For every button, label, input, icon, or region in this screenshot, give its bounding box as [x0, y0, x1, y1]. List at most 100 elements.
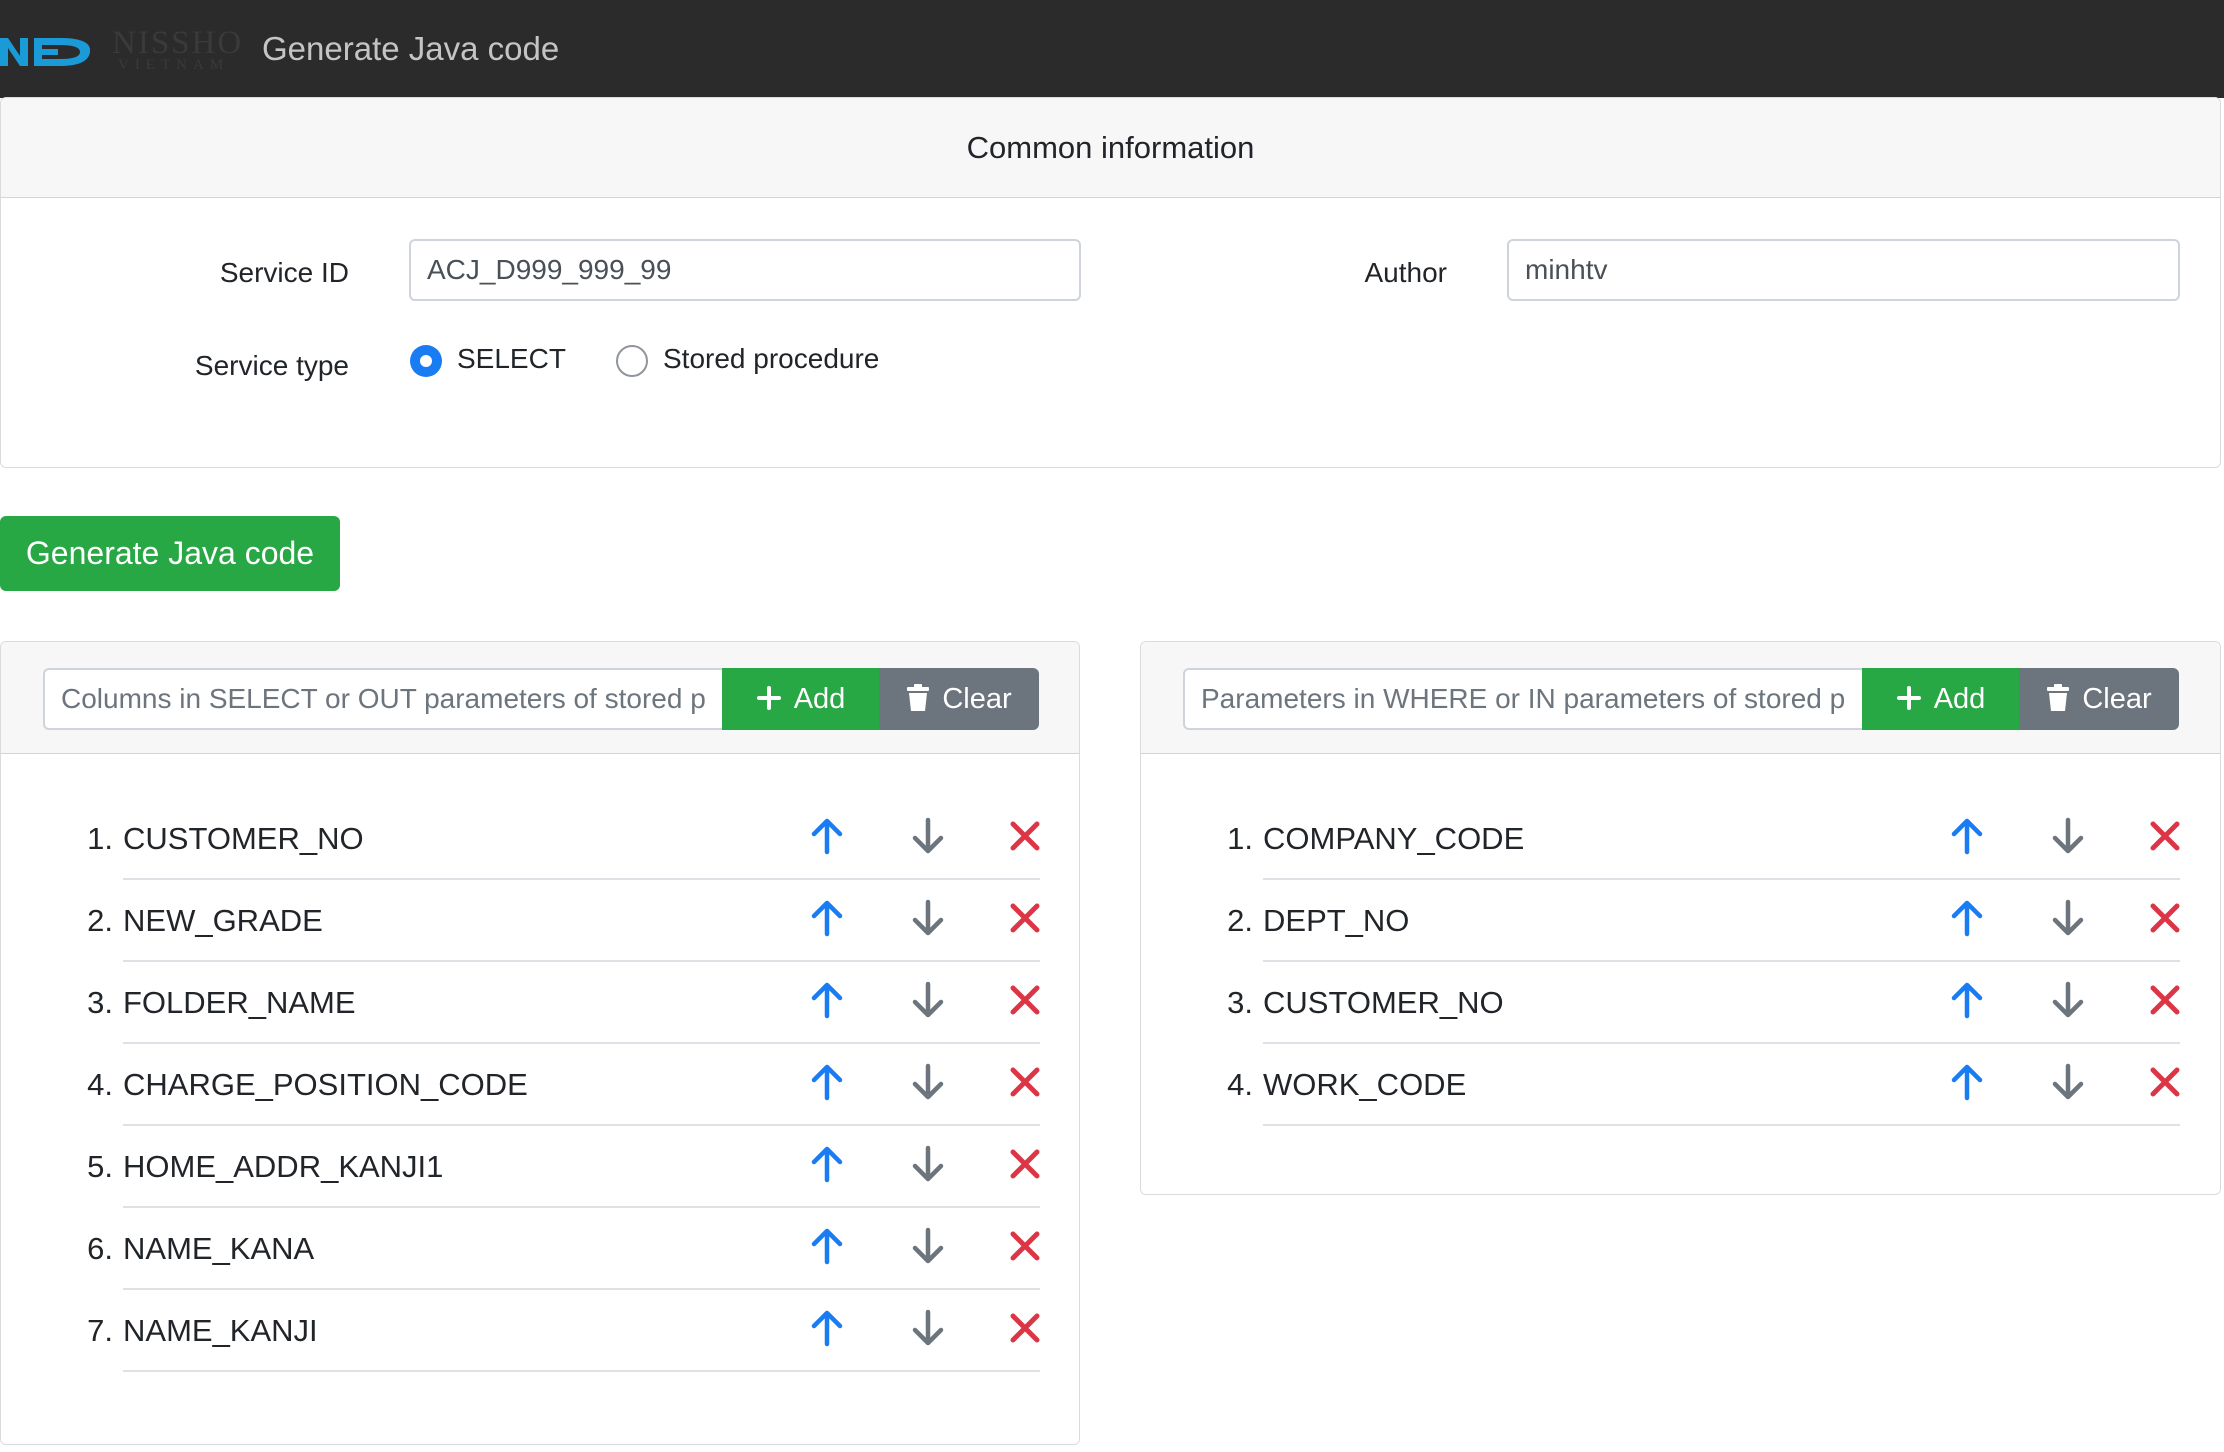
list-item: 6. NAME_KANA: [1, 1208, 1079, 1290]
add-parameter-label: Add: [1933, 683, 1986, 715]
service-type-label: Service type: [194, 350, 349, 381]
author-label: Author: [1364, 257, 1448, 288]
list-item-name: NAME_KANA: [123, 1231, 315, 1266]
select-columns-input[interactable]: Columns in SELECT or OUT parameters of s…: [43, 668, 722, 730]
plus-icon: [756, 685, 781, 710]
arrow-down-icon[interactable]: [906, 1224, 950, 1268]
where-parameters-panel-header: Parameters in WHERE or IN parameters of …: [1141, 642, 2220, 754]
list-item-name: HOME_ADDR_KANJI1: [123, 1149, 444, 1184]
top-navbar: NISSHO VIETNAM Generate Java code: [0, 0, 2224, 98]
arrow-up-icon[interactable]: [1945, 814, 1989, 858]
common-information-card: Common information Service ID ACJ_D999_9…: [0, 97, 2221, 468]
list-item-name: COMPANY_CODE: [1263, 821, 1525, 856]
author-input[interactable]: minhtv: [1507, 239, 2180, 301]
add-column-button[interactable]: Add: [722, 668, 879, 730]
list-item-number: 3.: [87, 985, 113, 1020]
radio-select[interactable]: [410, 345, 442, 377]
service-id-label: Service ID: [219, 257, 349, 288]
arrow-down-icon[interactable]: [2046, 814, 2090, 858]
list-item-name: DEPT_NO: [1263, 903, 1410, 938]
list-item: 7. NAME_KANJI: [1, 1290, 1079, 1372]
list-item-name: NAME_KANJI: [123, 1313, 318, 1348]
list-item-divider: [1263, 1124, 2180, 1126]
list-item: 4. WORK_CODE: [1141, 1044, 2220, 1126]
arrow-up-icon[interactable]: [805, 1142, 849, 1186]
arrow-down-icon[interactable]: [906, 814, 950, 858]
arrow-down-icon[interactable]: [906, 896, 950, 940]
logo-text-nissho: NISSHO: [112, 25, 244, 61]
list-item-number: 3.: [1227, 985, 1253, 1020]
plus-icon: [1896, 685, 1921, 710]
list-item-name: CHARGE_POSITION_CODE: [123, 1067, 528, 1102]
list-item-name: CUSTOMER_NO: [123, 821, 364, 856]
arrow-down-icon[interactable]: [2046, 896, 2090, 940]
arrow-down-icon[interactable]: [906, 1060, 950, 1104]
list-item-number: 1.: [1227, 821, 1253, 856]
arrow-down-icon[interactable]: [2046, 978, 2090, 1022]
radio-select-option[interactable]: SELECT: [407, 341, 587, 381]
clear-parameters-button[interactable]: Clear: [2019, 668, 2179, 730]
select-columns-panel-header: Columns in SELECT or OUT parameters of s…: [1, 642, 1079, 754]
list-item: 3. CUSTOMER_NO: [1141, 962, 2220, 1044]
x-icon[interactable]: [2143, 978, 2187, 1022]
clear-columns-button[interactable]: Clear: [879, 668, 1039, 730]
arrow-up-icon[interactable]: [805, 978, 849, 1022]
nissho-logo-mark-icon: [0, 38, 90, 66]
x-icon[interactable]: [2143, 814, 2187, 858]
x-icon[interactable]: [1003, 1224, 1047, 1268]
list-item-number: 4.: [1227, 1067, 1253, 1102]
list-item-name: WORK_CODE: [1263, 1067, 1467, 1102]
arrow-up-icon[interactable]: [1945, 896, 1989, 940]
x-icon[interactable]: [1003, 978, 1047, 1022]
x-icon[interactable]: [1003, 814, 1047, 858]
arrow-up-icon[interactable]: [1945, 978, 1989, 1022]
arrow-down-icon[interactable]: [906, 978, 950, 1022]
arrow-up-icon[interactable]: [805, 814, 849, 858]
radio-stored-procedure[interactable]: [616, 345, 648, 377]
list-item: 1. CUSTOMER_NO: [1, 798, 1079, 880]
x-icon[interactable]: [1003, 1060, 1047, 1104]
list-item-number: 1.: [87, 821, 113, 856]
app-title[interactable]: Generate Java code: [262, 29, 559, 69]
radio-stored-procedure-label[interactable]: Stored procedure: [663, 341, 879, 377]
list-item-number: 2.: [87, 903, 113, 938]
nissho-logo[interactable]: NISSHO VIETNAM: [0, 25, 244, 76]
add-column-label: Add: [793, 683, 846, 715]
service-id-input[interactable]: ACJ_D999_999_99: [409, 239, 1081, 301]
list-item-name: FOLDER_NAME: [123, 985, 356, 1020]
arrow-up-icon[interactable]: [805, 1306, 849, 1350]
arrow-down-icon[interactable]: [2046, 1060, 2090, 1104]
common-information-header: Common information: [1, 98, 2220, 198]
where-parameters-input[interactable]: Parameters in WHERE or IN parameters of …: [1183, 668, 1862, 730]
add-parameter-button[interactable]: Add: [1862, 668, 2019, 730]
list-item-name: NEW_GRADE: [123, 903, 323, 938]
list-item-number: 6.: [87, 1231, 113, 1266]
arrow-up-icon[interactable]: [805, 1224, 849, 1268]
arrow-up-icon[interactable]: [805, 1060, 849, 1104]
list-item: 4. CHARGE_POSITION_CODE: [1, 1044, 1079, 1126]
trash-icon: [907, 683, 930, 711]
arrow-up-icon[interactable]: [1945, 1060, 1989, 1104]
where-parameters-panel: Parameters in WHERE or IN parameters of …: [1140, 641, 2221, 1195]
list-item-number: 7.: [87, 1313, 113, 1348]
list-item-number: 5.: [87, 1149, 113, 1184]
list-item-divider: [123, 1370, 1040, 1372]
arrow-down-icon[interactable]: [906, 1306, 950, 1350]
radio-stored-procedure-option[interactable]: Stored procedure: [613, 341, 913, 381]
generate-java-code-button[interactable]: Generate Java code: [0, 516, 340, 591]
arrow-up-icon[interactable]: [805, 896, 849, 940]
list-item-number: 2.: [1227, 903, 1253, 938]
x-icon[interactable]: [2143, 1060, 2187, 1104]
list-item: 1. COMPANY_CODE: [1141, 798, 2220, 880]
x-icon[interactable]: [1003, 1142, 1047, 1186]
x-icon[interactable]: [1003, 896, 1047, 940]
radio-select-label[interactable]: SELECT: [457, 341, 566, 377]
list-item: 5. HOME_ADDR_KANJI1: [1, 1126, 1079, 1208]
arrow-down-icon[interactable]: [906, 1142, 950, 1186]
clear-parameters-label: Clear: [2082, 683, 2152, 715]
list-item-name: CUSTOMER_NO: [1263, 985, 1504, 1020]
logo-text-vietnam: VIETNAM: [118, 57, 230, 73]
x-icon[interactable]: [1003, 1306, 1047, 1350]
x-icon[interactable]: [2143, 896, 2187, 940]
list-item-number: 4.: [87, 1067, 113, 1102]
